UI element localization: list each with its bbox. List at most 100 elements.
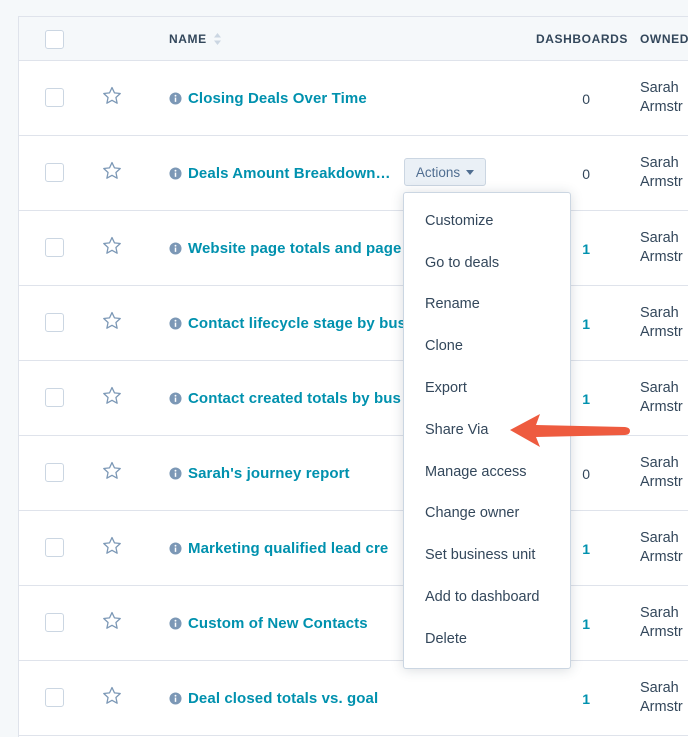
owner-first-name: Sarah [640,155,679,171]
annotation-arrow-icon [510,414,630,447]
owner-last-name: Armstr [640,249,683,265]
owner-cell: Sarah Armstr [640,529,683,567]
star-icon[interactable] [101,85,123,107]
row-checkbox[interactable] [45,463,64,482]
dashboards-count[interactable]: 1 [582,286,590,361]
menu-item-delete[interactable]: Delete [404,618,570,660]
dashboards-count[interactable]: 1 [582,661,590,736]
actions-dropdown-button[interactable]: Actions [404,158,486,186]
menu-item-change-owner[interactable]: Change owner [404,493,570,535]
star-icon[interactable] [101,460,123,482]
owner-first-name: Sarah [640,380,679,396]
star-icon[interactable] [101,310,123,332]
report-link[interactable]: Deals Amount Breakdown… [188,165,391,182]
dashboards-count: 0 [582,165,590,182]
column-header-name-label: NAME [169,32,207,46]
row-checkbox[interactable] [45,163,64,182]
report-link[interactable]: Marketing qualified lead cre [188,540,388,557]
menu-item-export[interactable]: Export [404,367,570,409]
report-name-cell: Deal closed totals vs. goal [169,661,449,736]
owner-cell: Sarah Armstr [640,304,683,342]
table-row: Closing Deals Over Time 0 Sarah Armstr [19,61,688,136]
info-icon [169,92,182,105]
table-row: Website page totals and page 1 Sarah Arm… [19,211,688,286]
star-icon[interactable] [101,385,123,407]
report-name-cell: Closing Deals Over Time [169,61,449,136]
report-link[interactable]: Custom of New Contacts [188,615,368,632]
menu-item-manage-access[interactable]: Manage access [404,451,570,493]
menu-item-customize[interactable]: Customize [404,200,570,242]
report-link[interactable]: Closing Deals Over Time [188,90,367,107]
owner-first-name: Sarah [640,455,679,471]
column-header-owner-label: OWNED [640,32,688,46]
actions-button-label: Actions [415,164,461,180]
table-row: Marketing qualified lead cre 1 Sarah Arm… [19,511,688,586]
owner-last-name: Armstr [640,699,683,715]
owner-last-name: Armstr [640,474,683,490]
row-checkbox[interactable] [45,388,64,407]
info-icon [169,317,182,330]
table-row: Deals Amount Breakdown… 0 Sarah Armstr [19,136,688,211]
table-row: Contact lifecycle stage by bus 1 Sarah A… [19,286,688,361]
info-icon [169,392,182,405]
row-checkbox[interactable] [45,688,64,707]
row-checkbox[interactable] [45,238,64,257]
report-link[interactable]: Website page totals and page [188,240,401,257]
row-checkbox[interactable] [45,613,64,632]
info-icon [169,467,182,480]
star-icon[interactable] [101,535,123,557]
owner-cell: Sarah Armstr [640,229,683,267]
sort-icon[interactable] [213,32,222,46]
owner-cell: Sarah Armstr [640,454,683,492]
menu-item-rename[interactable]: Rename [404,284,570,326]
menu-item-clone[interactable]: Clone [404,325,570,367]
menu-item-add-to-dashboard[interactable]: Add to dashboard [404,576,570,618]
star-icon[interactable] [101,160,123,182]
report-link[interactable]: Contact lifecycle stage by bus [188,315,406,332]
info-icon [169,542,182,555]
star-icon[interactable] [101,685,123,707]
caret-down-icon [466,169,475,175]
owner-last-name: Armstr [640,549,683,565]
dashboards-count[interactable]: 1 [582,586,590,661]
owner-first-name: Sarah [640,305,679,321]
dashboards-count[interactable]: 1 [582,511,590,586]
column-header-owner[interactable]: OWNED [640,17,688,61]
row-checkbox[interactable] [45,313,64,332]
table-row: Deal closed totals vs. goal 1 Sarah Arms… [19,661,688,736]
menu-item-set-business-unit[interactable]: Set business unit [404,534,570,576]
report-link[interactable]: Deal closed totals vs. goal [188,690,378,707]
owner-first-name: Sarah [640,80,679,96]
owner-cell: Sarah Armstr [640,604,683,642]
owner-last-name: Armstr [640,399,683,415]
info-icon [169,242,182,255]
reports-table: NAME DASHBOARDS OWNED Closing Deals Over… [18,16,688,737]
owner-cell: Sarah Armstr [640,379,683,417]
owner-first-name: Sarah [640,605,679,621]
report-link[interactable]: Sarah's journey report [188,465,350,482]
report-link[interactable]: Contact created totals by bus [188,390,401,407]
owner-first-name: Sarah [640,530,679,546]
table-header: NAME DASHBOARDS OWNED [19,17,688,61]
column-header-name[interactable]: NAME [169,17,222,61]
dashboards-count: 0 [582,90,590,107]
info-icon [169,617,182,630]
star-icon[interactable] [101,235,123,257]
owner-first-name: Sarah [640,680,679,696]
owner-last-name: Armstr [640,324,683,340]
dashboards-count[interactable]: 1 [582,211,590,286]
owner-last-name: Armstr [640,624,683,640]
owner-cell: Sarah Armstr [640,79,683,117]
owner-first-name: Sarah [640,230,679,246]
star-icon[interactable] [101,610,123,632]
row-checkbox[interactable] [45,538,64,557]
select-all-checkbox[interactable] [45,30,64,49]
table-row: Custom of New Contacts 1 Sarah Armstr [19,586,688,661]
row-checkbox[interactable] [45,88,64,107]
owner-last-name: Armstr [640,99,683,115]
info-icon [169,167,182,180]
column-header-dashboards-label: DASHBOARDS [536,32,629,46]
owner-last-name: Armstr [640,174,683,190]
menu-item-go-to-deals[interactable]: Go to deals [404,242,570,284]
column-header-dashboards[interactable]: DASHBOARDS [536,17,628,61]
